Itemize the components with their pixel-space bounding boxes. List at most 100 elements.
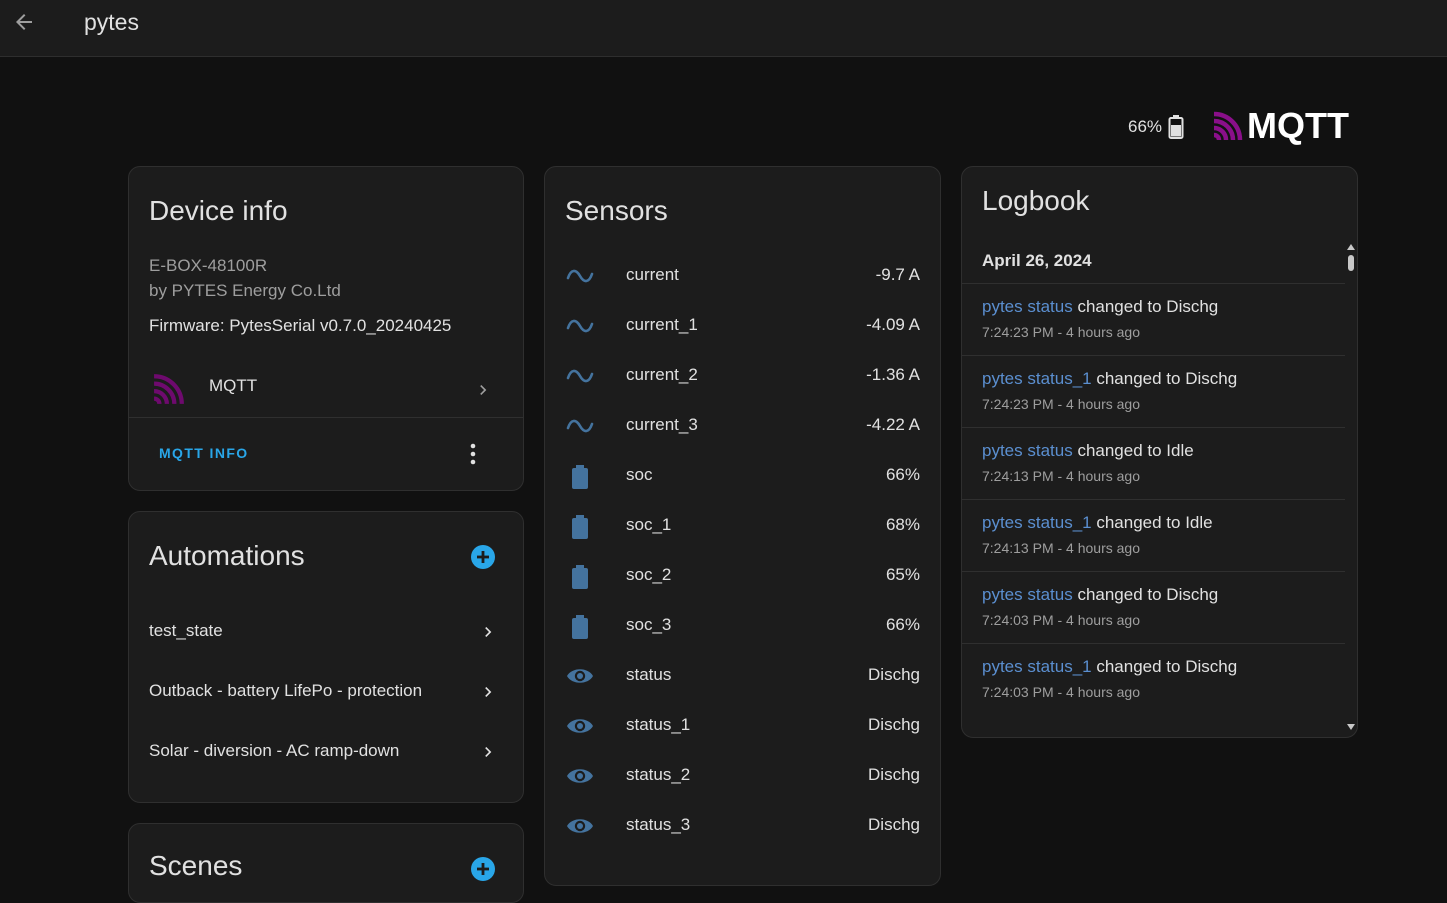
add-automation-icon[interactable] xyxy=(470,544,496,570)
back-arrow-icon[interactable] xyxy=(12,10,36,34)
sensor-name: soc_1 xyxy=(626,515,672,534)
battery-status: 66% xyxy=(1128,114,1184,140)
logbook-entry-text: pytes status_1 changed to Dischg xyxy=(982,369,1237,389)
logbook-date: April 26, 2024 xyxy=(982,251,1092,270)
battery-icon xyxy=(565,614,595,639)
sensor-row-soc-1[interactable]: soc_1 68% xyxy=(545,501,940,551)
scroll-up-icon[interactable] xyxy=(1346,243,1356,251)
logbook-message: changed to Dischg xyxy=(1091,657,1238,676)
sensor-name: current_3 xyxy=(626,415,698,434)
sensor-row-soc-3[interactable]: soc_3 66% xyxy=(545,601,940,651)
mqtt-logo-text: MQTT xyxy=(1247,105,1349,146)
integration-row-mqtt[interactable]: MQTT xyxy=(129,363,523,417)
sensor-name: status_3 xyxy=(626,815,691,834)
sensor-name: soc_2 xyxy=(626,565,672,584)
entity-link[interactable]: pytes status_1 xyxy=(982,513,1092,532)
more-vert-icon[interactable] xyxy=(463,441,483,467)
automation-item[interactable]: test_state xyxy=(129,607,523,657)
current-ac-icon xyxy=(565,364,595,388)
sensor-row-current-3[interactable]: current_3 -4.22 A xyxy=(545,401,940,451)
logbook-entry-text: pytes status changed to Dischg xyxy=(982,297,1218,317)
scroll-down-icon[interactable] xyxy=(1346,723,1356,731)
current-ac-icon xyxy=(565,264,595,288)
sensor-row-status-2[interactable]: status_2 Dischg xyxy=(545,751,940,801)
top-app-bar: pytes xyxy=(0,0,1447,57)
eye-icon xyxy=(565,814,595,838)
logbook-timestamp: 7:24:13 PM - 4 hours ago xyxy=(982,468,1140,484)
chevron-right-icon xyxy=(480,385,487,395)
mqtt-logo-icon xyxy=(1213,111,1243,141)
logbook-entry-text: pytes status_1 changed to Idle xyxy=(982,513,1213,533)
entity-link[interactable]: pytes status_1 xyxy=(982,657,1092,676)
chevron-right-icon xyxy=(485,747,492,757)
logbook-message: changed to Dischg xyxy=(1091,369,1238,388)
logbook-timestamp: 7:24:03 PM - 4 hours ago xyxy=(982,684,1140,700)
sensor-name: status_1 xyxy=(626,715,691,734)
sensor-row-current-1[interactable]: current_1 -4.09 A xyxy=(545,301,940,351)
device-manufacturer: by PYTES Energy Co.Ltd xyxy=(149,281,341,300)
page-title: pytes xyxy=(84,9,139,35)
automation-label: Solar - diversion - AC ramp-down xyxy=(149,741,400,760)
logbook-entry-text: pytes status_1 changed to Dischg xyxy=(982,657,1237,677)
logbook-timestamp: 7:24:23 PM - 4 hours ago xyxy=(982,396,1140,412)
device-firmware: Firmware: PytesSerial v0.7.0_20240425 xyxy=(149,316,452,335)
entity-link[interactable]: pytes status xyxy=(982,297,1073,316)
entity-link[interactable]: pytes status_1 xyxy=(982,369,1092,388)
mqtt-info-button[interactable]: MQTT INFO xyxy=(159,445,249,461)
device-info-card: Device info E-BOX-48100R by PYTES Energy… xyxy=(128,166,524,491)
battery-percent: 66% xyxy=(1128,117,1163,136)
automations-card: Automations test_state Outback - battery… xyxy=(128,511,524,803)
logbook-entries: pytes status changed to Dischg 7:24:23 PM… xyxy=(962,283,1345,715)
sensor-value: -4.09 A xyxy=(866,315,920,334)
logbook-message: changed to Dischg xyxy=(1072,297,1219,316)
sensor-name: current_1 xyxy=(626,315,698,334)
battery-icon xyxy=(565,564,595,589)
add-scene-icon[interactable] xyxy=(470,856,496,882)
sensor-row-status-1[interactable]: status_1 Dischg xyxy=(545,701,940,751)
logbook-card: Logbook April 26, 2024 pytes status chan… xyxy=(961,166,1358,738)
sensor-row-soc[interactable]: soc 66% xyxy=(545,451,940,501)
sensor-value: 66% xyxy=(885,465,920,484)
current-ac-icon xyxy=(565,314,595,338)
logbook-entry-text: pytes status changed to Idle xyxy=(982,441,1194,461)
scenes-card: Scenes xyxy=(128,823,524,903)
eye-icon xyxy=(565,714,595,738)
logbook-message: changed to Idle xyxy=(1091,513,1213,532)
sensor-value: Dischg xyxy=(868,665,920,684)
sensor-name: status_2 xyxy=(626,765,691,784)
sensor-row-status-3[interactable]: status_3 Dischg xyxy=(545,801,940,851)
logbook-entry-text: pytes status changed to Dischg xyxy=(982,585,1218,605)
sensor-value: Dischg xyxy=(868,765,920,784)
logbook-entry: pytes status_1 changed to Dischg 7:24:03 … xyxy=(962,643,1345,715)
sensor-value: -9.7 A xyxy=(875,265,920,284)
sensor-value: 66% xyxy=(885,615,920,634)
sensor-value: Dischg xyxy=(868,715,920,734)
battery-icon xyxy=(565,464,595,489)
automation-item[interactable]: Outback - battery LifePo - protection xyxy=(129,667,523,717)
sensor-value: 65% xyxy=(885,565,920,584)
sensor-row-status[interactable]: status Dischg xyxy=(545,651,940,701)
sensor-value: -1.36 A xyxy=(866,365,920,384)
sensor-row-soc-2[interactable]: soc_2 65% xyxy=(545,551,940,601)
entity-link[interactable]: pytes status xyxy=(982,585,1073,604)
automation-label: test_state xyxy=(149,621,223,640)
sensor-row-current[interactable]: current -9.7 A xyxy=(545,251,940,301)
logbook-entry: pytes status changed to Idle 7:24:13 PM -… xyxy=(962,427,1345,499)
current-ac-icon xyxy=(565,414,595,438)
sensors-card: Sensors current -9.7 Acurrent_1 -4.09 Acur… xyxy=(544,166,941,886)
logbook-message: changed to Dischg xyxy=(1072,585,1219,604)
scenes-title: Scenes xyxy=(149,850,243,881)
logbook-entry: pytes status_1 changed to Idle 7:24:13 PM… xyxy=(962,499,1345,571)
scrollbar-thumb[interactable] xyxy=(1348,255,1354,271)
logbook-entry: pytes status changed to Dischg 7:24:23 PM… xyxy=(962,283,1345,355)
sensor-row-current-2[interactable]: current_2 -1.36 A xyxy=(545,351,940,401)
automation-item[interactable]: Solar - diversion - AC ramp-down xyxy=(129,727,523,777)
logbook-entry: pytes status changed to Dischg 7:24:03 PM… xyxy=(962,571,1345,643)
sensors-title: Sensors xyxy=(565,195,668,226)
entity-link[interactable]: pytes status xyxy=(982,441,1073,460)
logbook-timestamp: 7:24:03 PM - 4 hours ago xyxy=(982,612,1140,628)
sensor-name: soc xyxy=(626,465,653,484)
sensor-name: current xyxy=(626,265,679,284)
logbook-entry: pytes status_1 changed to Dischg 7:24:23 … xyxy=(962,355,1345,427)
chevron-right-icon xyxy=(485,627,492,637)
